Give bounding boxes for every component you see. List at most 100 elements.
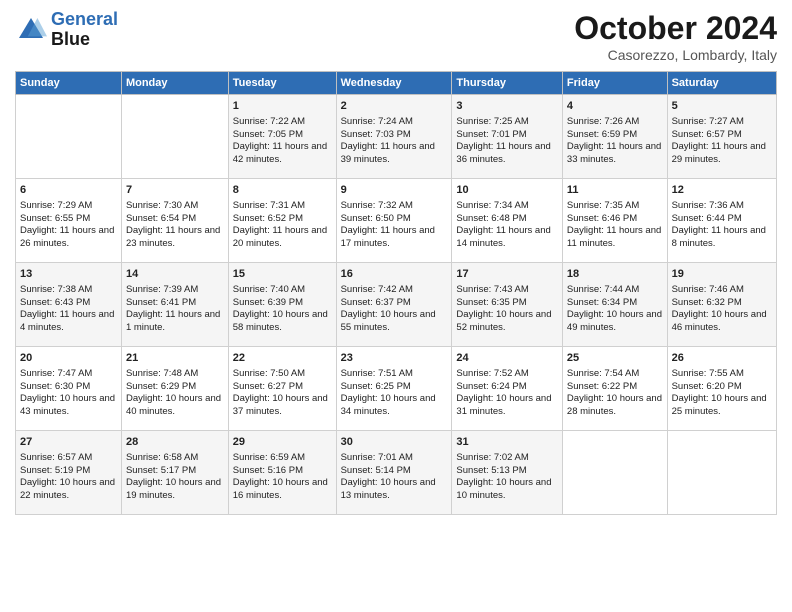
day-number: 1	[233, 99, 332, 114]
day-info: Sunset: 6:43 PM	[20, 297, 117, 310]
day-number: 23	[341, 351, 448, 366]
day-info: Sunrise: 7:47 AM	[20, 368, 117, 381]
calendar-cell: 22Sunrise: 7:50 AMSunset: 6:27 PMDayligh…	[228, 347, 336, 431]
day-info: Daylight: 10 hours and 10 minutes.	[456, 477, 558, 503]
day-info: Sunrise: 6:59 AM	[233, 452, 332, 465]
month-title: October 2024	[574, 10, 777, 47]
header: General Blue October 2024 Casorezzo, Lom…	[15, 10, 777, 63]
calendar-table: SundayMondayTuesdayWednesdayThursdayFrid…	[15, 71, 777, 515]
calendar-cell: 19Sunrise: 7:46 AMSunset: 6:32 PMDayligh…	[667, 263, 776, 347]
day-info: Daylight: 11 hours and 8 minutes.	[672, 225, 772, 251]
title-block: October 2024 Casorezzo, Lombardy, Italy	[574, 10, 777, 63]
day-info: Sunrise: 6:58 AM	[126, 452, 224, 465]
day-info: Sunset: 5:14 PM	[341, 465, 448, 478]
logo: General Blue	[15, 10, 118, 50]
calendar-cell: 13Sunrise: 7:38 AMSunset: 6:43 PMDayligh…	[16, 263, 122, 347]
day-info: Sunrise: 7:31 AM	[233, 200, 332, 213]
day-number: 25	[567, 351, 663, 366]
calendar-cell: 24Sunrise: 7:52 AMSunset: 6:24 PMDayligh…	[452, 347, 563, 431]
day-info: Sunrise: 7:39 AM	[126, 284, 224, 297]
day-info: Daylight: 10 hours and 19 minutes.	[126, 477, 224, 503]
day-info: Sunset: 6:57 PM	[672, 129, 772, 142]
day-info: Sunset: 6:37 PM	[341, 297, 448, 310]
day-number: 19	[672, 267, 772, 282]
day-info: Daylight: 10 hours and 58 minutes.	[233, 309, 332, 335]
calendar-cell: 20Sunrise: 7:47 AMSunset: 6:30 PMDayligh…	[16, 347, 122, 431]
day-info: Sunrise: 7:22 AM	[233, 116, 332, 129]
day-info: Daylight: 10 hours and 43 minutes.	[20, 393, 117, 419]
day-number: 11	[567, 183, 663, 198]
calendar-week: 13 Sunrise: 7:38 AMSunset: 6:43 PM Dayligh…	[16, 263, 777, 347]
day-info: Sunset: 6:30 PM	[20, 381, 117, 394]
page: General Blue October 2024 Casorezzo, Lom…	[0, 0, 792, 612]
day-number: 3	[456, 99, 558, 114]
header-day: Thursday	[452, 72, 563, 95]
day-info: Sunset: 6:34 PM	[567, 297, 663, 310]
day-number: 14	[126, 267, 224, 282]
calendar-week: 6Sunrise: 7:29 AMSunset: 6:55 PMDaylight…	[16, 179, 777, 263]
day-number: 8	[233, 183, 332, 198]
day-number: 22	[233, 351, 332, 366]
calendar-cell: 31 Sunrise: 7:02 AMSunset: 5:13 PMDayligh…	[452, 431, 563, 515]
header-day: Saturday	[667, 72, 776, 95]
day-info: Daylight: 11 hours and 29 minutes.	[672, 141, 772, 167]
calendar-cell	[667, 431, 776, 515]
calendar-cell: 17Sunrise: 7:43 AMSunset: 6:35 PMDayligh…	[452, 263, 563, 347]
calendar-cell	[121, 95, 228, 179]
day-info: Sunrise: 7:36 AM	[672, 200, 772, 213]
day-number: 29	[233, 435, 332, 450]
calendar-cell	[16, 95, 122, 179]
calendar-cell	[562, 431, 667, 515]
day-info: Sunset: 6:44 PM	[672, 213, 772, 226]
day-info: Sunset: 6:55 PM	[20, 213, 117, 226]
day-number: 27	[20, 435, 117, 450]
calendar-cell: 6 Sunrise: 7:29 AMSunset: 6:55 PMDaylight…	[16, 179, 122, 263]
day-info: Sunset: 6:50 PM	[341, 213, 448, 226]
day-info: Sunset: 6:35 PM	[456, 297, 558, 310]
calendar-week: 1Sunrise: 7:22 AMSunset: 7:05 PMDaylight…	[16, 95, 777, 179]
day-info: Sunset: 6:46 PM	[567, 213, 663, 226]
day-info: Daylight: 11 hours and 33 minutes.	[567, 141, 663, 167]
day-info: Sunrise: 7:38 AM	[20, 284, 117, 297]
day-info: Daylight: 11 hours and 26 minutes.	[20, 225, 117, 251]
calendar-cell: 23Sunrise: 7:51 AMSunset: 6:25 PMDayligh…	[336, 347, 452, 431]
calendar-cell: 12Sunrise: 7:36 AMSunset: 6:44 PMDayligh…	[667, 179, 776, 263]
day-number: 13	[20, 267, 117, 282]
day-info: Sunrise: 7:52 AM	[456, 368, 558, 381]
day-info: Sunset: 5:13 PM	[456, 465, 558, 478]
day-info: Daylight: 10 hours and 40 minutes.	[126, 393, 224, 419]
day-info: Daylight: 10 hours and 49 minutes.	[567, 309, 663, 335]
day-info: Sunrise: 7:01 AM	[341, 452, 448, 465]
header-day: Sunday	[16, 72, 122, 95]
day-info: Daylight: 11 hours and 36 minutes.	[456, 141, 558, 167]
day-info: Daylight: 11 hours and 20 minutes.	[233, 225, 332, 251]
calendar-cell: 28Sunrise: 6:58 AMSunset: 5:17 PMDayligh…	[121, 431, 228, 515]
day-info: Sunrise: 7:29 AM	[20, 200, 117, 213]
day-info: Sunrise: 7:30 AM	[126, 200, 224, 213]
header-day: Wednesday	[336, 72, 452, 95]
day-info: Sunset: 6:32 PM	[672, 297, 772, 310]
day-info: Sunrise: 7:51 AM	[341, 368, 448, 381]
day-info: Sunset: 6:52 PM	[233, 213, 332, 226]
day-info: Sunrise: 7:55 AM	[672, 368, 772, 381]
calendar-cell: 26Sunrise: 7:55 AMSunset: 6:20 PMDayligh…	[667, 347, 776, 431]
day-info: Sunrise: 7:27 AM	[672, 116, 772, 129]
calendar-cell: 27Sunrise: 6:57 AMSunset: 5:19 PMDayligh…	[16, 431, 122, 515]
day-number: 18	[567, 267, 663, 282]
day-number: 31	[456, 435, 558, 450]
day-info: Sunrise: 7:48 AM	[126, 368, 224, 381]
day-info: Sunrise: 7:02 AM	[456, 452, 558, 465]
day-info: Daylight: 11 hours and 17 minutes.	[341, 225, 448, 251]
day-info: Daylight: 10 hours and 25 minutes.	[672, 393, 772, 419]
day-info: Sunset: 7:01 PM	[456, 129, 558, 142]
calendar-cell: 7Sunrise: 7:30 AMSunset: 6:54 PMDaylight…	[121, 179, 228, 263]
day-info: Daylight: 11 hours and 39 minutes.	[341, 141, 448, 167]
logo-icon	[15, 14, 47, 46]
day-info: Sunrise: 7:42 AM	[341, 284, 448, 297]
day-number: 30	[341, 435, 448, 450]
calendar-cell: 8 Sunrise: 7:31 AMSunset: 6:52 PMDaylight…	[228, 179, 336, 263]
day-info: Sunset: 6:39 PM	[233, 297, 332, 310]
day-info: Daylight: 10 hours and 52 minutes.	[456, 309, 558, 335]
day-number: 6	[20, 183, 117, 198]
day-info: Sunset: 6:24 PM	[456, 381, 558, 394]
